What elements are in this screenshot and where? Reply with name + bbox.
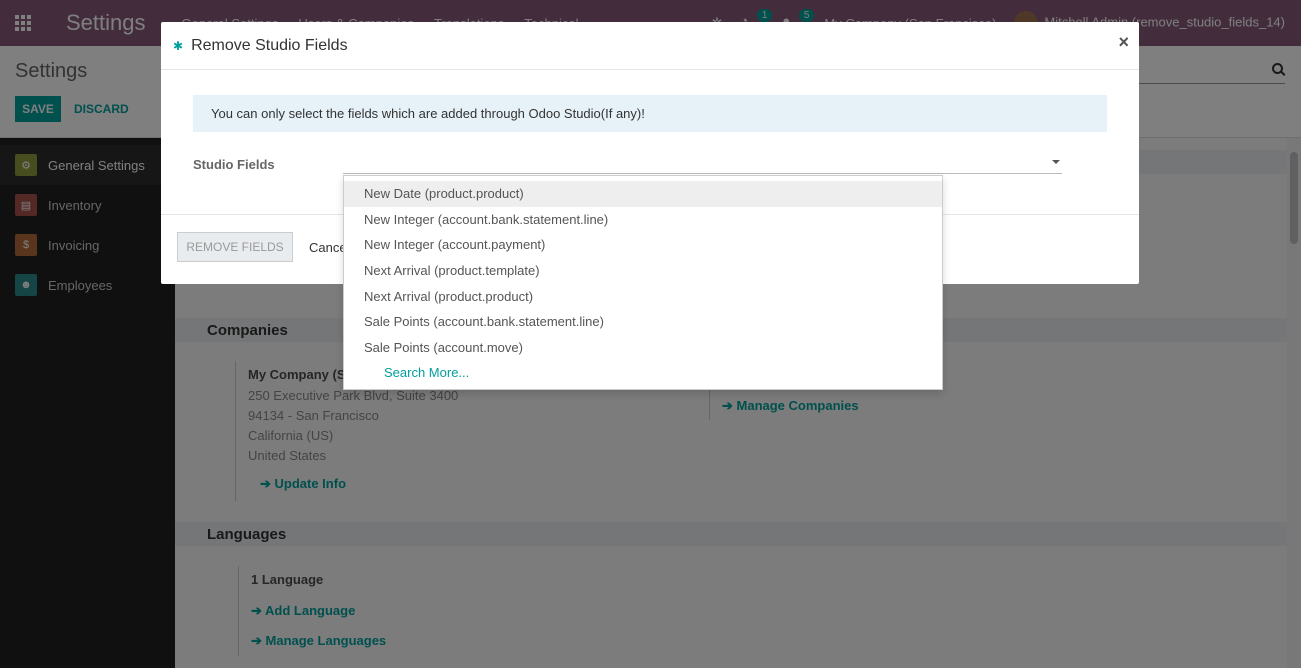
search-more-link[interactable]: Search More... <box>344 360 942 386</box>
studio-fields-label: Studio Fields <box>193 157 275 172</box>
dropdown-item[interactable]: Next Arrival (product.product) <box>344 283 942 309</box>
dropdown-item[interactable]: Sale Points (account.bank.statement.line… <box>344 309 942 335</box>
chevron-down-icon[interactable] <box>1052 160 1060 164</box>
dropdown-item[interactable]: Next Arrival (product.template) <box>344 258 942 284</box>
info-alert: You can only select the fields which are… <box>193 95 1107 132</box>
dropdown-item[interactable]: New Integer (account.payment) <box>344 232 942 258</box>
dropdown-item[interactable]: New Date (product.product) <box>344 181 942 207</box>
close-icon[interactable]: × <box>1118 32 1129 53</box>
studio-fields-input[interactable] <box>343 150 1062 174</box>
dropdown-item[interactable]: New Integer (account.bank.statement.line… <box>344 207 942 233</box>
remove-fields-button[interactable]: REMOVE FIELDS <box>177 232 293 262</box>
studio-fields-dropdown: New Date (product.product) New Integer (… <box>343 175 943 390</box>
modal-header: ✱ Remove Studio Fields <box>161 22 1139 70</box>
modal-title: Remove Studio Fields <box>191 36 348 54</box>
dropdown-item[interactable]: Sale Points (account.move) <box>344 335 942 361</box>
bug-icon: ✱ <box>173 38 184 53</box>
